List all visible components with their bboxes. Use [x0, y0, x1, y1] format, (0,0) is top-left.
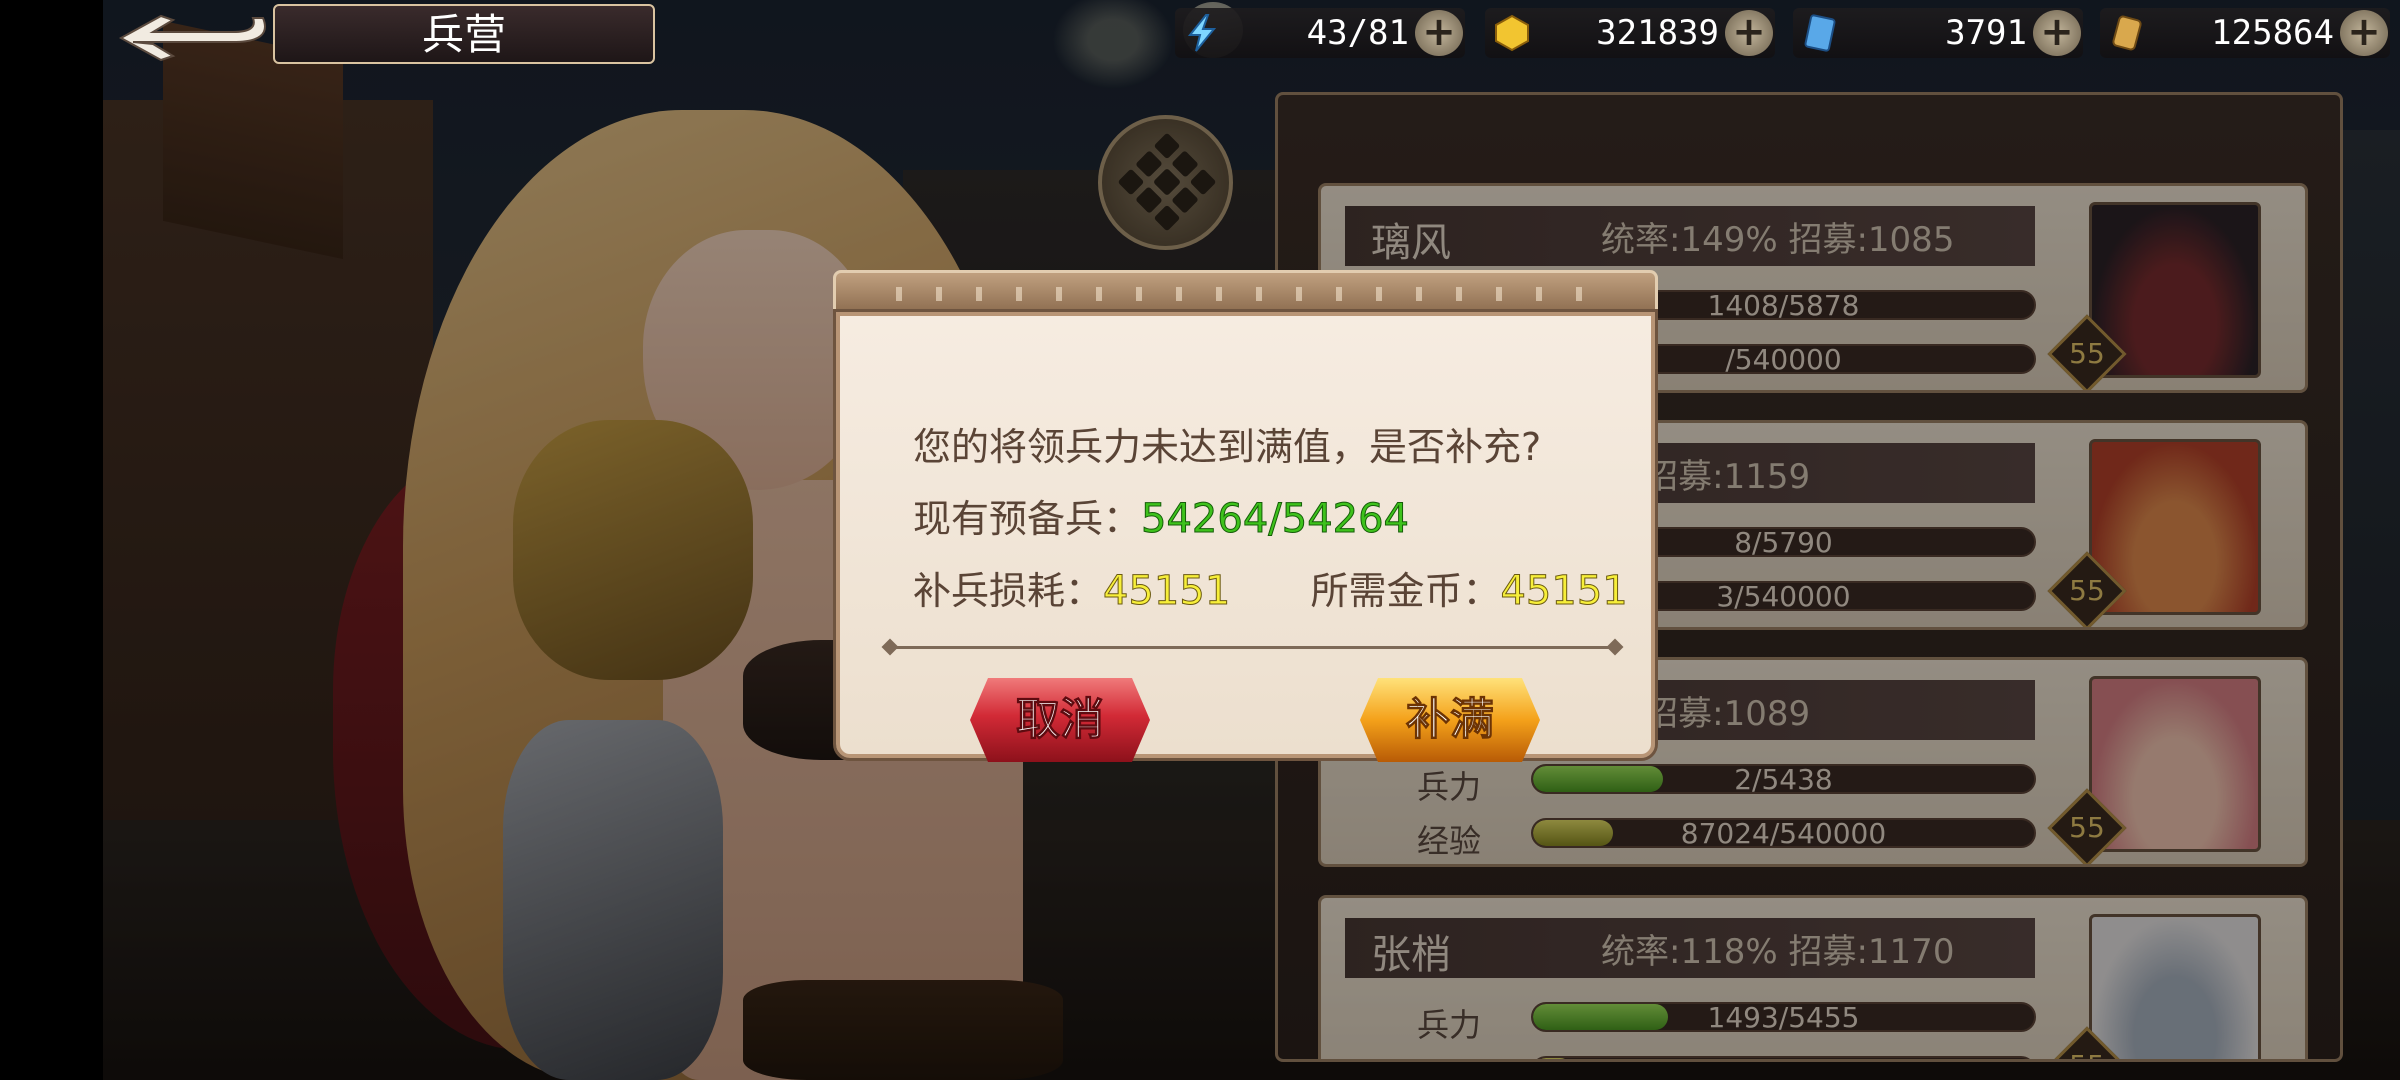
resource-token: 125864 +	[2100, 8, 2390, 58]
energy-icon	[1179, 10, 1225, 56]
reserve-label: 现有预备兵：	[913, 497, 1142, 541]
energy-value: 43/81	[1306, 13, 1409, 53]
dialog-divider	[890, 646, 1615, 649]
dialog-message: 您的将领兵力未达到满值，是否补充?	[913, 425, 1542, 469]
add-gold-button[interactable]: +	[1725, 10, 1773, 56]
add-gem-card-button[interactable]: +	[2033, 10, 2081, 56]
resource-gold: 321839 +	[1485, 8, 1775, 58]
reserve-value: 54264/54264	[1141, 496, 1410, 543]
gem-card-value: 3791	[1945, 13, 2027, 53]
token-value: 125864	[2211, 13, 2334, 53]
game-screen: 璃风 统率:149% 招募:1085 兵力 1408/5878 经验 /5400…	[0, 0, 2400, 1080]
resource-gem-card: 3791 +	[1793, 8, 2083, 58]
page-title: 兵营	[273, 4, 655, 64]
back-button[interactable]	[113, 4, 283, 74]
cancel-button[interactable]: 取消	[970, 678, 1150, 762]
dialog-header-frame	[833, 270, 1658, 318]
add-energy-button[interactable]: +	[1415, 10, 1463, 56]
cost-row: 补兵损耗：45151 所需金币：45151	[913, 560, 1628, 615]
token-icon	[2104, 10, 2150, 56]
gem-card-icon	[1797, 10, 1843, 56]
resource-energy: 43/81 +	[1175, 8, 1465, 58]
back-arrow-icon	[118, 14, 266, 62]
dialog-body: 您的将领兵力未达到满值，是否补充? 现有预备兵：54264/54264 补兵损耗…	[836, 312, 1655, 762]
gold-value: 321839	[1596, 13, 1719, 53]
reserve-row: 现有预备兵：54264/54264	[913, 488, 1409, 543]
gold-cost-value: 45151	[1500, 568, 1628, 615]
add-token-button[interactable]: +	[2340, 10, 2388, 56]
header: 兵营	[103, 0, 655, 80]
gold-cost-label: 所需金币：	[1310, 569, 1501, 613]
cost-value: 45151	[1103, 568, 1231, 615]
gold-icon	[1489, 10, 1535, 56]
cost-label: 补兵损耗：	[913, 569, 1104, 613]
replenish-button[interactable]: 补满	[1360, 678, 1540, 762]
replenish-troops-dialog: 您的将领兵力未达到满值，是否补充? 现有预备兵：54264/54264 补兵损耗…	[833, 270, 1658, 762]
